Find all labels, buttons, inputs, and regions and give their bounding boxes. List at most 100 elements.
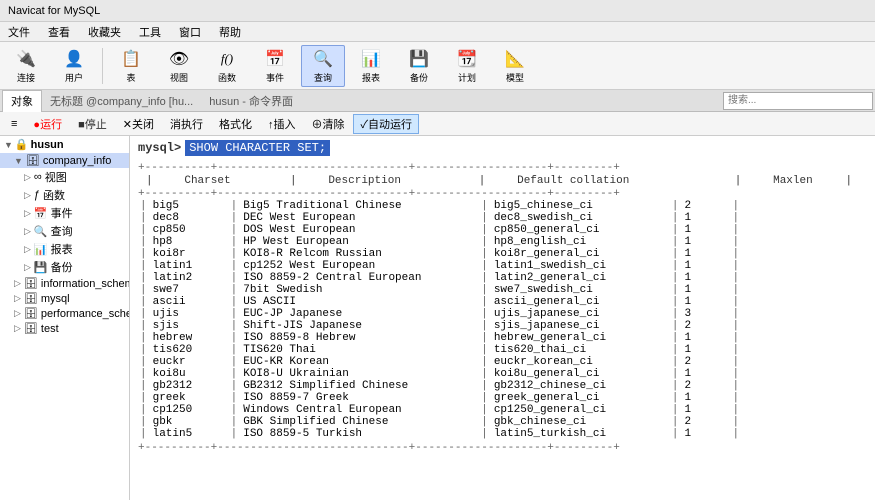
result-area[interactable]: +----------+----------------------------… bbox=[130, 160, 875, 500]
sidebar-db-info[interactable]: ▷ 🗄 information_schema bbox=[0, 276, 129, 291]
pipe: | bbox=[229, 200, 240, 212]
pipe: | bbox=[479, 248, 490, 260]
pipe: | bbox=[670, 392, 681, 404]
btn-report[interactable]: 📊 报表 bbox=[349, 45, 393, 87]
sidebar-backup-label: 备份 bbox=[51, 259, 73, 275]
pipe: | bbox=[730, 428, 741, 440]
chevron-right-icon: ▷ bbox=[24, 262, 31, 273]
cell-collation: latin2_general_ci bbox=[490, 272, 670, 284]
sub-btn-explain[interactable]: 消执行 bbox=[163, 114, 210, 134]
cell-maxlen: 2 bbox=[680, 200, 730, 212]
btn-connect-label: 连接 bbox=[17, 71, 35, 84]
menu-window[interactable]: 窗口 bbox=[175, 23, 205, 41]
divider-text: +----------+----------------------------… bbox=[138, 162, 765, 174]
pipe: | bbox=[138, 404, 149, 416]
table-row: |swe7|7bit Swedish|swe7_swedish_ci|1| bbox=[138, 284, 867, 296]
sub-btn-close[interactable]: ✕关闭 bbox=[116, 114, 161, 134]
btn-func[interactable]: f() 函数 bbox=[205, 45, 249, 87]
sub-btn-clear[interactable]: ⊕清除 bbox=[304, 114, 351, 134]
tab-object-label: 对象 bbox=[11, 93, 33, 109]
btn-event[interactable]: 📅 事件 bbox=[253, 45, 297, 87]
btn-view[interactable]: 👁 视图 bbox=[157, 45, 201, 87]
connect-icon: 🔌 bbox=[14, 47, 38, 71]
db-icon3: 🗄 bbox=[24, 292, 38, 305]
cell-charset: big5 bbox=[149, 200, 229, 212]
cell-collation: latin1_swedish_ci bbox=[490, 260, 670, 272]
pipe: | bbox=[670, 380, 681, 392]
sidebar-db-perf[interactable]: ▷ 🗄 performance_schema bbox=[0, 306, 129, 321]
chevron-down-icon: ▼ bbox=[4, 140, 13, 150]
sidebar-views[interactable]: ▷ ∞ 视图 bbox=[0, 168, 129, 186]
query-area: mysql> SHOW CHARACTER SET; bbox=[130, 136, 875, 160]
cell-charset: hebrew bbox=[149, 332, 229, 344]
user-icon: 👤 bbox=[62, 47, 86, 71]
sidebar-backup[interactable]: ▷ 💾 备份 bbox=[0, 258, 129, 276]
btn-backup[interactable]: 💾 备份 bbox=[397, 45, 441, 87]
sub-btn-run[interactable]: ●运行 bbox=[26, 114, 69, 134]
pipe: | bbox=[229, 260, 240, 272]
sidebar-db-company[interactable]: ▼ 🗄 company_info bbox=[0, 153, 129, 168]
pipe: | bbox=[479, 284, 490, 296]
pipe: | bbox=[229, 272, 240, 284]
pipe: | bbox=[730, 380, 741, 392]
table-row: |euckr|EUC-KR Korean|euckr_korean_ci|2| bbox=[138, 356, 867, 368]
btn-query[interactable]: 🔍 查询 bbox=[301, 45, 345, 87]
sidebar-db-mysql[interactable]: ▷ 🗄 mysql bbox=[0, 291, 129, 306]
db-test-label: test bbox=[41, 323, 59, 335]
sidebar-events[interactable]: ▷ 📅 事件 bbox=[0, 204, 129, 222]
cell-desc: Shift-JIS Japanese bbox=[239, 320, 479, 332]
menu-favorites[interactable]: 收藏夹 bbox=[84, 23, 125, 41]
table-row: |ujis|EUC-JP Japanese|ujis_japanese_ci|3… bbox=[138, 308, 867, 320]
btn-user[interactable]: 👤 用户 bbox=[52, 45, 96, 87]
tab-command[interactable]: husun - 命令界面 bbox=[201, 90, 301, 112]
btn-model[interactable]: 📐 模型 bbox=[493, 45, 537, 87]
menu-view[interactable]: 查看 bbox=[44, 23, 74, 41]
sidebar-reports[interactable]: ▷ 📊 报表 bbox=[0, 240, 129, 258]
query-command[interactable]: SHOW CHARACTER SET; bbox=[185, 140, 330, 156]
pipe: | bbox=[730, 344, 741, 356]
cell-charset: cp850 bbox=[149, 224, 229, 236]
pipe: | bbox=[670, 224, 681, 236]
sidebar-db-test[interactable]: ▷ 🗄 test bbox=[0, 321, 129, 336]
cell-maxlen: 1 bbox=[680, 296, 730, 308]
chevron-right-icon: ▷ bbox=[24, 190, 31, 201]
btn-view-label: 视图 bbox=[170, 71, 188, 84]
pipe: | bbox=[229, 308, 240, 320]
pipe: | bbox=[229, 212, 240, 224]
btn-user-label: 用户 bbox=[65, 71, 83, 84]
btn-schedule[interactable]: 📆 计划 bbox=[445, 45, 489, 87]
menu-help[interactable]: 帮助 bbox=[215, 23, 245, 41]
btn-connect[interactable]: 🔌 连接 bbox=[4, 45, 48, 87]
cell-maxlen: 2 bbox=[680, 356, 730, 368]
cell-collation: koi8u_general_ci bbox=[490, 368, 670, 380]
sub-btn-autorun[interactable]: ✓自动运行 bbox=[353, 114, 419, 134]
pipe: | bbox=[730, 404, 741, 416]
pipe: | bbox=[138, 200, 149, 212]
cell-maxlen: 1 bbox=[680, 368, 730, 380]
tab-object[interactable]: 对象 bbox=[2, 90, 42, 112]
sub-btn-stop[interactable]: ■停止 bbox=[71, 114, 114, 134]
sub-btn-insert[interactable]: ↑插入 bbox=[261, 114, 303, 134]
divider-top: +----------+----------------------------… bbox=[138, 162, 867, 174]
divider-header: +----------+----------------------------… bbox=[138, 188, 867, 200]
cell-desc: US ASCII bbox=[239, 296, 479, 308]
menu-file[interactable]: 文件 bbox=[4, 23, 34, 41]
sidebar-functions[interactable]: ▷ ƒ 函数 bbox=[0, 186, 129, 204]
report-icon: 📊 bbox=[359, 47, 383, 71]
cell-maxlen: 1 bbox=[680, 212, 730, 224]
pipe: | bbox=[730, 308, 741, 320]
pipe: | bbox=[730, 356, 741, 368]
btn-table[interactable]: 📋 表 bbox=[109, 45, 153, 87]
pipe: | bbox=[730, 224, 741, 236]
sub-btn-menu[interactable]: ≡ bbox=[4, 116, 24, 132]
tab-query-file[interactable]: 无标题 @company_info [hu... bbox=[42, 90, 201, 112]
sub-btn-format[interactable]: 格式化 bbox=[212, 114, 259, 134]
sidebar-queries[interactable]: ▷ 🔍 查询 bbox=[0, 222, 129, 240]
cell-desc: DOS West European bbox=[239, 224, 479, 236]
search-input[interactable] bbox=[723, 92, 873, 110]
pipe: | bbox=[229, 392, 240, 404]
sidebar-connection[interactable]: ▼ 🔒 husun bbox=[0, 136, 129, 153]
pipe: | bbox=[138, 296, 149, 308]
menu-tools[interactable]: 工具 bbox=[135, 23, 165, 41]
pipe: | bbox=[730, 320, 741, 332]
